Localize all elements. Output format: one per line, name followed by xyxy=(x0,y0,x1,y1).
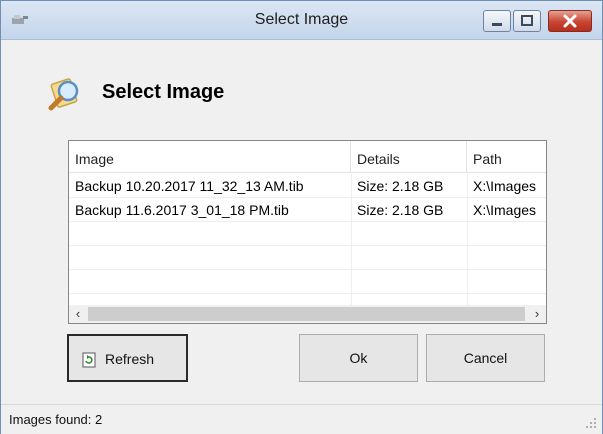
close-button[interactable] xyxy=(548,10,592,32)
window-title: Select Image xyxy=(254,11,349,28)
image-list[interactable]: Image Details Path Backup 10.20.2017 11_… xyxy=(68,140,547,324)
column-header-image[interactable]: Image xyxy=(69,141,351,172)
path-cell: X:\Images xyxy=(473,178,537,194)
row-divider xyxy=(69,197,546,198)
minimize-button[interactable] xyxy=(483,10,511,32)
list-header: Image Details Path xyxy=(69,141,546,173)
row-divider xyxy=(69,245,546,246)
list-item[interactable]: Backup 10.20.2017 11_32_13 AM.tib Size: … xyxy=(69,174,546,198)
path-cell: X:\Images xyxy=(473,202,537,218)
status-bar: Images found: 2 xyxy=(1,404,602,434)
image-cell: Backup 10.20.2017 11_32_13 AM.tib xyxy=(75,178,304,194)
row-divider xyxy=(69,221,546,222)
image-cell: Backup 11.6.2017 3_01_18 PM.tib xyxy=(75,202,289,218)
header-title: Select Image xyxy=(102,81,225,103)
column-divider xyxy=(351,172,352,308)
horizontal-scrollbar[interactable]: ‹ › xyxy=(69,305,546,323)
row-divider xyxy=(69,269,546,270)
refresh-button[interactable]: Refresh xyxy=(67,334,188,382)
list-item[interactable]: Backup 11.6.2017 3_01_18 PM.tib Size: 2.… xyxy=(69,198,546,222)
cancel-button[interactable]: Cancel xyxy=(426,334,545,382)
column-divider xyxy=(467,172,468,308)
cancel-label: Cancel xyxy=(463,350,508,366)
refresh-label: Refresh xyxy=(105,351,155,367)
maximize-button[interactable] xyxy=(513,10,541,32)
column-header-path[interactable]: Path xyxy=(467,141,546,172)
close-icon xyxy=(563,14,577,28)
scroll-left-icon[interactable]: ‹ xyxy=(69,305,87,323)
details-cell: Size: 2.18 GB xyxy=(357,202,444,218)
select-image-dialog: Select Image Select Image Image Details … xyxy=(0,0,603,434)
title-bar[interactable]: Select Image xyxy=(1,1,602,40)
images-found-status: Images found: 2 xyxy=(9,412,103,427)
scroll-thumb[interactable] xyxy=(88,307,525,321)
resize-grip-icon[interactable] xyxy=(585,417,597,429)
maximize-icon xyxy=(521,15,533,26)
ok-label: Ok xyxy=(349,350,368,366)
magnifier-document-icon xyxy=(48,78,79,111)
details-cell: Size: 2.18 GB xyxy=(357,178,444,194)
column-header-details[interactable]: Details xyxy=(351,141,467,172)
minimize-icon xyxy=(492,23,502,26)
row-divider xyxy=(69,293,546,294)
scroll-right-icon[interactable]: › xyxy=(528,305,546,323)
ok-button[interactable]: Ok xyxy=(299,334,418,382)
refresh-icon xyxy=(82,352,96,368)
